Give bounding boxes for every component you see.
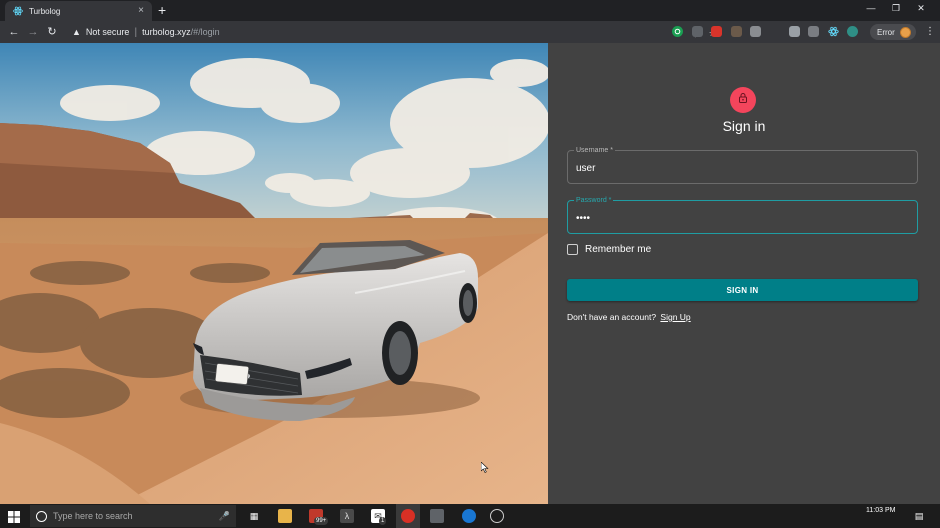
extension-circle-icon[interactable] — [847, 26, 858, 37]
minimize-icon[interactable]: — — [864, 3, 878, 13]
no-account-text: Don't have an account? — [567, 312, 657, 322]
extension-shield-icon[interactable] — [711, 26, 722, 37]
username-field[interactable]: Username * — [567, 146, 918, 184]
username-label: Username * — [574, 146, 615, 155]
windows-start-icon[interactable] — [8, 510, 20, 528]
extension-cloud-icon[interactable] — [692, 26, 703, 37]
taskbar-search-input[interactable]: Type here to search — [53, 511, 219, 521]
profile-avatar-icon — [899, 26, 911, 38]
tab-strip: Turbolog × + — ❐ ✕ — [0, 0, 940, 21]
error-label: Error — [877, 27, 895, 37]
reload-icon[interactable]: ↻ — [45, 25, 59, 39]
new-tab-button[interactable]: + — [158, 3, 166, 17]
extension-pen-icon[interactable] — [789, 26, 800, 37]
security-label: Not secure — [85, 27, 130, 37]
password-field[interactable]: Password * — [567, 196, 918, 234]
microphone-icon[interactable]: 🎤 — [219, 511, 230, 522]
taskbar-app-icon[interactable] — [430, 509, 444, 523]
password-input[interactable] — [576, 209, 906, 227]
remember-me-control[interactable]: Remember me — [567, 244, 651, 255]
address-bar[interactable]: ▲ Not secure | turbolog.xyz /#/login ⚲ ☆ — [66, 23, 717, 41]
hero-image — [0, 43, 548, 504]
chrome-icon — [401, 509, 415, 523]
lock-icon — [737, 91, 749, 109]
taskbar-search[interactable]: Type here to search 🎤 — [30, 505, 236, 527]
window-close-icon[interactable]: ✕ — [914, 3, 928, 14]
mail-badge: 99+ — [314, 517, 329, 525]
lock-avatar — [730, 87, 756, 113]
cortana-icon — [36, 510, 47, 522]
browser-menu-icon[interactable]: ⋮ — [925, 25, 935, 39]
signup-prompt: Don't have an account? Sign Up — [567, 312, 691, 322]
react-devtools-icon[interactable] — [828, 26, 839, 37]
extension-lines-icon[interactable] — [731, 26, 742, 37]
remember-me-label: Remember me — [585, 244, 652, 255]
mouse-cursor-icon — [480, 460, 489, 478]
restore-icon[interactable]: ❐ — [889, 3, 903, 14]
extension-bulb-icon[interactable] — [808, 26, 819, 37]
sign-in-button[interactable]: SIGN IN — [567, 279, 918, 301]
envelope-badge: 1 — [379, 517, 387, 525]
back-icon[interactable]: ← — [7, 25, 21, 39]
warning-icon: ▲ — [72, 27, 81, 37]
browser-toolbar: ← → ↻ ▲ Not secure | turbolog.xyz /#/log… — [0, 21, 940, 43]
taskbar: Type here to search 🎤 ▦ 99+ λ ✉ 1 11:03 … — [0, 504, 940, 528]
notification-icon[interactable]: ▤ — [912, 509, 926, 523]
chrome-taskbar-button[interactable] — [396, 504, 420, 528]
profile-error-button[interactable]: Error — [870, 24, 916, 40]
url-host: turbolog.xyz — [142, 27, 191, 37]
grammarly-extension-icon[interactable] — [672, 26, 683, 37]
remember-me-checkbox[interactable] — [567, 244, 578, 255]
username-input[interactable] — [576, 159, 906, 177]
taskbar-app-blue-icon[interactable] — [462, 509, 476, 523]
lambda-app-icon[interactable]: λ — [340, 509, 354, 523]
signin-panel: Sign in Username * Password * Remember m… — [548, 43, 940, 504]
sign-up-link[interactable]: Sign Up — [660, 312, 690, 322]
file-explorer-icon[interactable] — [278, 509, 292, 523]
url-path: /#/login — [190, 27, 220, 37]
react-favicon-icon — [13, 6, 23, 16]
forward-icon[interactable]: → — [26, 25, 40, 39]
taskbar-app-circle-icon[interactable] — [490, 509, 504, 523]
page-title: Sign in — [722, 118, 766, 134]
tab-title: Turbolog — [29, 6, 61, 16]
extension-leaf-icon[interactable] — [750, 26, 761, 37]
task-view-icon[interactable]: ▦ — [247, 509, 261, 523]
tab-close-icon[interactable]: × — [136, 6, 146, 16]
address-separator: | — [134, 26, 138, 38]
browser-tab[interactable]: Turbolog × — [5, 1, 152, 21]
page-content: Sign in Username * Password * Remember m… — [0, 43, 940, 504]
password-label: Password * — [574, 196, 614, 205]
system-clock: 11:03 PM — [866, 507, 896, 514]
